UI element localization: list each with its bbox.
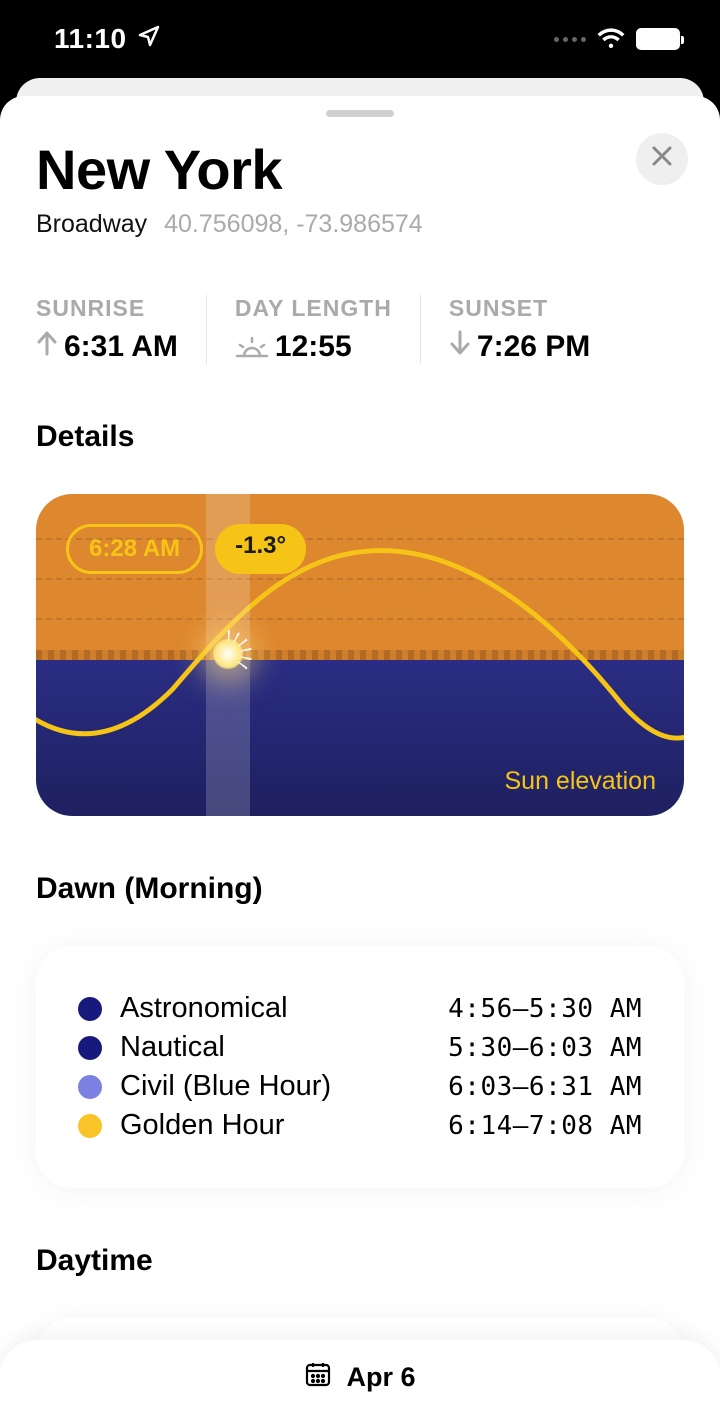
status-bar: 11:10 (0, 0, 720, 78)
daylength-icon (235, 336, 269, 358)
date-label: Apr 6 (346, 1362, 415, 1393)
close-icon (650, 142, 674, 176)
color-dot (78, 1036, 102, 1060)
sunrise-time: 6:31 AM (64, 330, 178, 364)
cursor-elevation-pill: -1.3° (215, 524, 306, 574)
status-time: 11:10 (54, 23, 127, 55)
daylength-block: DAY LENGTH 12:55 (206, 295, 420, 364)
list-item: Astronomical 4:56–5:30 AM (78, 992, 642, 1025)
sun-icon (213, 639, 243, 669)
row-time: 6:03–6:31 AM (448, 1072, 642, 1102)
color-dot (78, 997, 102, 1021)
list-item: Nautical 5:30–6:03 AM (78, 1031, 642, 1064)
row-time: 4:56–5:30 AM (448, 994, 642, 1024)
sunrise-block: SUNRISE 6:31 AM (36, 295, 206, 364)
battery-icon (636, 28, 680, 50)
detail-sheet: New York Broadway 40.756098, -73.986574 … (0, 96, 720, 1414)
sheet-grabber[interactable] (326, 110, 394, 117)
street-name: Broadway (36, 210, 147, 238)
cursor-time-pill: 6:28 AM (66, 524, 203, 574)
calendar-icon (304, 1360, 332, 1395)
wifi-icon (596, 28, 626, 50)
summary-row: SUNRISE 6:31 AM DAY LENGTH 12:55 (36, 295, 684, 364)
list-item: Civil (Blue Hour) 6:03–6:31 AM (78, 1070, 642, 1103)
row-label: Golden Hour (120, 1109, 430, 1142)
daytime-heading: Daytime (36, 1244, 684, 1278)
location-arrow-icon (137, 23, 161, 55)
date-picker-bar[interactable]: Apr 6 (0, 1340, 720, 1414)
arrow-down-icon (449, 330, 471, 364)
sun-elevation-chart[interactable]: 6:28 AM -1.3° Sun elevation (36, 494, 684, 816)
details-heading: Details (36, 420, 684, 454)
city-title: New York (36, 137, 684, 202)
chart-axis-label: Sun elevation (504, 767, 656, 796)
arrow-up-icon (36, 330, 58, 364)
dawn-list: Astronomical 4:56–5:30 AM Nautical 5:30–… (36, 946, 684, 1188)
daylength-value: 12:55 (275, 330, 352, 364)
daylength-label: DAY LENGTH (235, 295, 392, 322)
row-label: Astronomical (120, 992, 430, 1025)
dawn-heading: Dawn (Morning) (36, 872, 684, 906)
row-label: Civil (Blue Hour) (120, 1070, 430, 1103)
row-label: Nautical (120, 1031, 430, 1064)
coordinates: 40.756098, -73.986574 (164, 210, 423, 238)
row-time: 5:30–6:03 AM (448, 1033, 642, 1063)
sunset-label: SUNSET (449, 295, 590, 322)
cell-signal-icon (554, 37, 586, 42)
sunset-time: 7:26 PM (477, 330, 590, 364)
list-item: Golden Hour 6:14–7:08 AM (78, 1109, 642, 1142)
row-time: 6:14–7:08 AM (448, 1111, 642, 1141)
sunset-block: SUNSET 7:26 PM (420, 295, 618, 364)
color-dot (78, 1075, 102, 1099)
color-dot (78, 1114, 102, 1138)
sunrise-label: SUNRISE (36, 295, 178, 322)
close-button[interactable] (636, 133, 688, 185)
